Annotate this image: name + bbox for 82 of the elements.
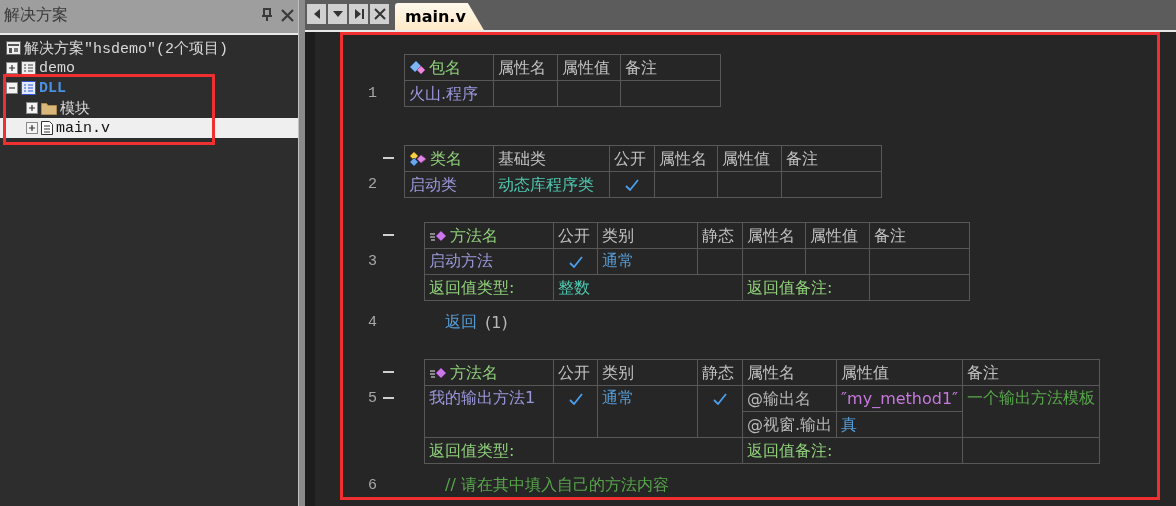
code-comment: // 请在其中填入自己的方法内容 [445,474,669,496]
table-cell: @视窗.输出 [742,411,837,438]
column-header: 备注 [620,54,721,81]
table-cell: 通常 [597,248,698,275]
expand-icon[interactable] [26,122,38,134]
expand-icon[interactable] [6,62,18,74]
project-icon [21,61,36,75]
table-cell: 一个输出方法模板 [962,385,1100,438]
column-header: 包名 [429,57,461,77]
column-header: 静态 [697,222,743,249]
tree-item[interactable]: DLL [0,78,298,98]
line-number: 6 [367,476,377,494]
column-header: 属性名 [493,54,558,81]
line-number: 3 [367,252,377,270]
table-cell: ″my_method1″ [836,385,963,412]
line-number: 2 [367,175,377,193]
column-header: 属性名 [742,359,837,386]
column-header: 备注 [781,145,882,172]
table-cell: 火山.程序 [404,80,494,107]
column-header: 类别 [597,359,698,386]
column-header: 公开 [609,145,655,172]
expand-icon[interactable] [26,102,38,114]
tree-item[interactable]: 模块 [0,98,298,118]
tree-item[interactable]: 解决方案″hsdemo″(2个项目) [0,38,298,58]
class-icon [409,151,427,167]
package-icon [409,60,426,76]
pin-icon[interactable] [261,8,273,22]
table-cell: 返回值类型: [424,274,554,301]
close-button[interactable] [370,4,389,24]
column-header: 方法名 [450,225,498,245]
column-header: 方法名 [450,362,498,382]
collapse-icon[interactable] [6,82,18,94]
scroll-right-button[interactable] [349,4,368,24]
file-icon [41,121,53,135]
fold-marker-icon[interactable] [383,371,394,373]
column-header: 备注 [962,359,1100,386]
table-cell: 返回值备注: [742,274,870,301]
fold-marker-icon[interactable] [383,397,394,399]
editor-tab[interactable]: main.v [395,3,484,30]
code-token: (1) [485,312,508,332]
table-cell: 动态库程序类 [493,171,610,198]
method-icon [429,228,447,244]
scroll-left-button[interactable] [307,4,326,24]
column-header: 属性值 [836,359,963,386]
table-cell: 通常 [597,385,698,438]
table-cell: 返回值备注: [742,437,963,464]
column-header: 属性值 [557,54,621,81]
column-header: 静态 [697,359,743,386]
close-icon[interactable] [281,8,294,22]
table-cell: @输出名 [742,385,837,412]
folder-icon [41,101,57,115]
line-number: 4 [367,313,377,331]
column-header: 基础类 [493,145,610,172]
column-header: 属性名 [654,145,718,172]
skip-icon [352,8,365,20]
solution-icon [6,41,21,55]
column-header: 公开 [553,359,598,386]
column-header: 属性值 [717,145,782,172]
close-icon [373,8,386,20]
line-number: 5 [367,389,377,407]
table-cell: 整数 [553,274,743,301]
method-icon [429,365,447,381]
column-header: 类名 [430,148,462,168]
column-header: 备注 [869,222,970,249]
column-header: 属性名 [742,222,806,249]
tree-item[interactable]: main.v [0,118,298,138]
tree-item[interactable]: demo [0,58,298,78]
column-header: 公开 [553,222,598,249]
column-header: 类别 [597,222,698,249]
panel-title: 解决方案 [4,4,68,26]
code-token: 返回 [445,311,477,333]
table-cell: 启动类 [404,171,494,198]
down-arrow-icon [331,9,344,19]
table-cell: 返回值类型: [424,437,554,464]
table-cell: 启动方法 [424,248,554,275]
fold-marker-icon[interactable] [383,234,394,236]
column-header: 属性值 [805,222,870,249]
project-icon [21,81,36,95]
table-cell: 我的输出方法1 [424,385,554,438]
dropdown-button[interactable] [328,4,347,24]
line-number: 1 [367,84,377,102]
fold-marker-icon[interactable] [383,157,394,159]
